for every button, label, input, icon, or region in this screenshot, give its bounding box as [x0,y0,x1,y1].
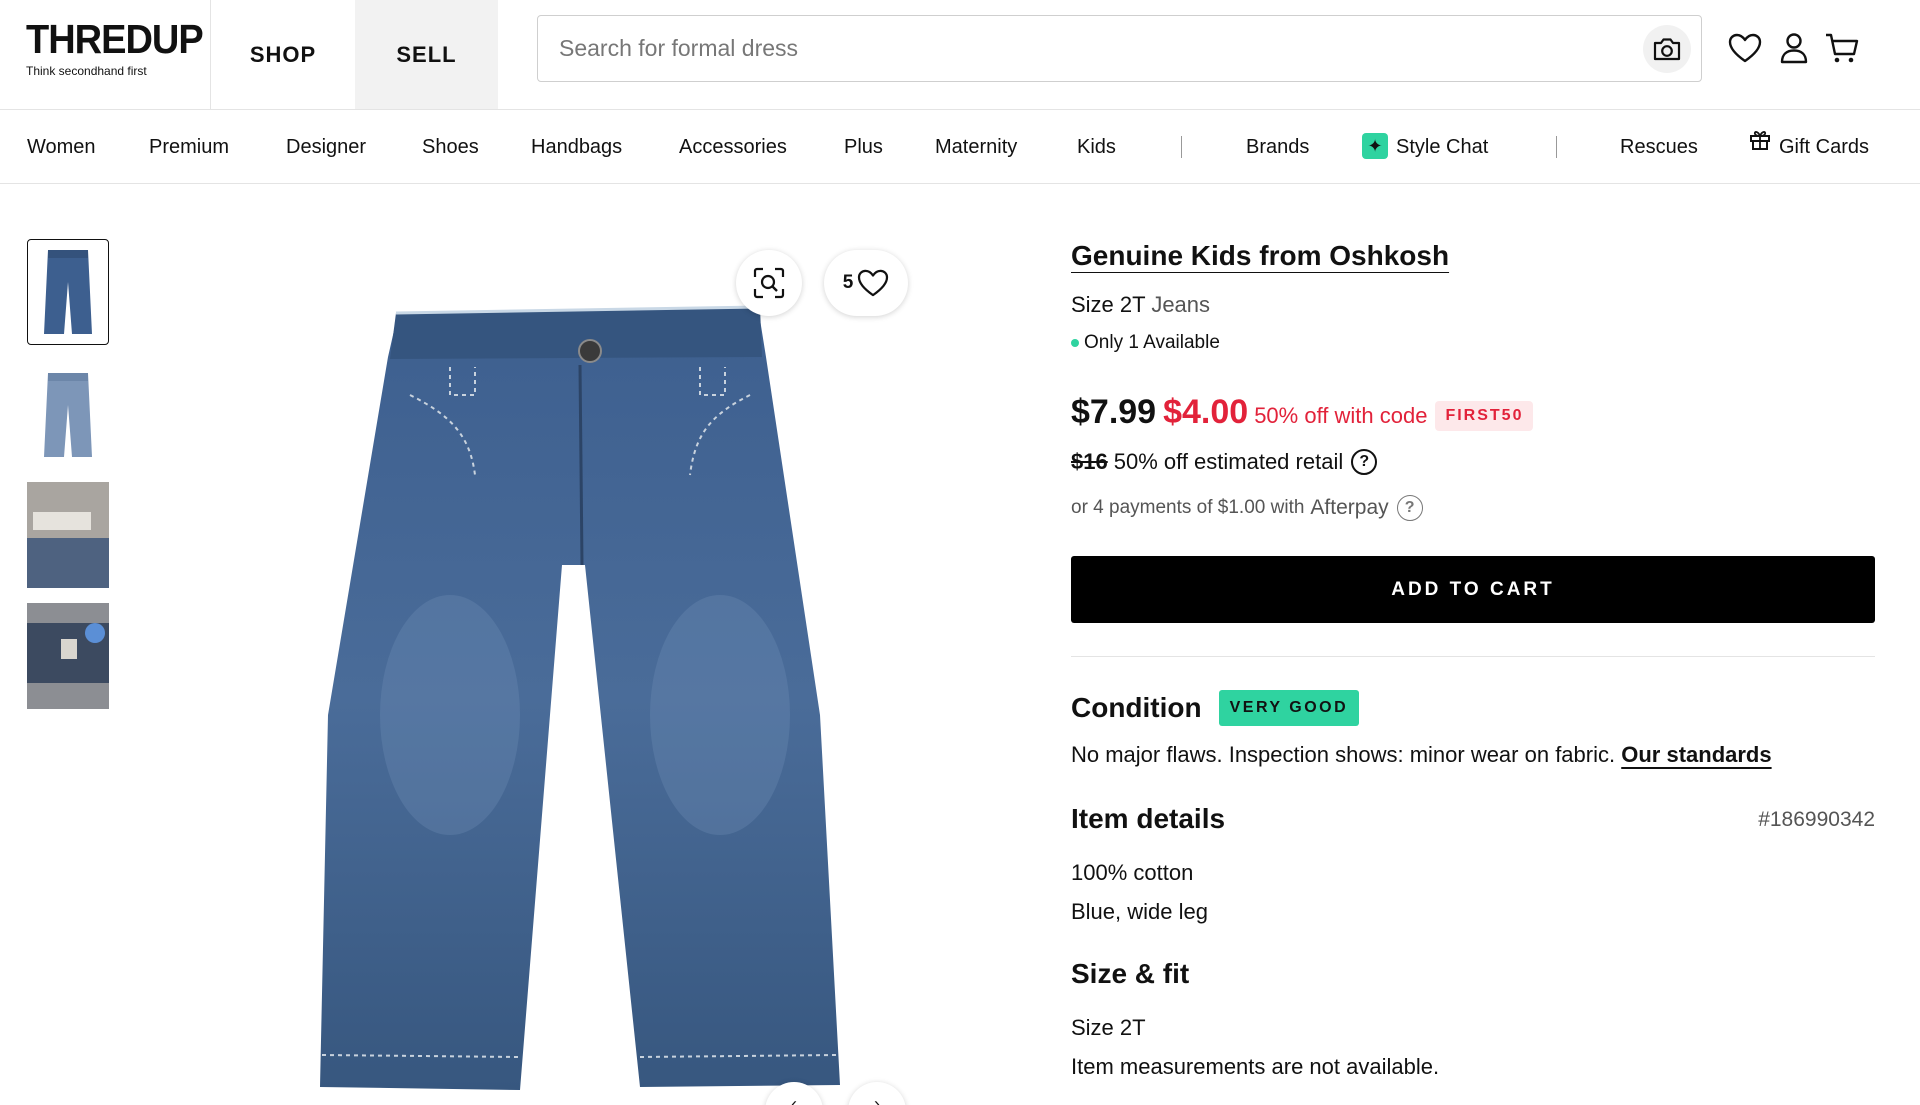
nav-handbags[interactable]: Handbags [531,110,622,184]
product-type: Jeans [1151,292,1211,317]
nav-rescues[interactable]: Rescues [1620,110,1698,184]
retail-price: $16 [1071,449,1108,474]
retail-text: 50% off estimated retail [1113,449,1344,474]
condition-badge: VERY GOOD [1218,690,1360,726]
availability-dot [1071,339,1079,347]
site-header: THREDUP Think secondhand first SHOP SELL [0,0,1920,110]
size-fit-line: Size 2T [1071,1015,1146,1040]
nav-shoes[interactable]: Shoes [422,110,479,184]
logo-tagline: Think secondhand first [26,64,147,78]
nav-maternity[interactable]: Maternity [935,110,1017,184]
afterpay-row: or 4 payments of $1.00 with Afterpay ? [1071,495,1423,521]
condition-description: No major flaws. Inspection shows: minor … [1071,742,1772,768]
category-nav: Women Premium Designer Shoes Handbags Ac… [0,110,1920,184]
nav-kids[interactable]: Kids [1077,110,1116,184]
heart-icon [858,269,889,297]
tab-sell[interactable]: SELL [355,0,498,109]
chevron-left-icon: ‹ [791,1094,797,1105]
zoom-button[interactable] [736,250,802,316]
detail-line: Blue, wide leg [1071,899,1208,924]
nav-accessories[interactable]: Accessories [679,110,787,184]
size-fit-line: Item measurements are not available. [1071,1054,1440,1079]
label-thumbnail-image [27,482,109,588]
jeans-back-thumbnail-image [44,373,92,457]
search-bar [537,15,1702,82]
promo-code: FIRST50 [1435,401,1534,431]
nav-style-chat[interactable]: ✦ Style Chat [1362,110,1488,184]
sale-price: $4.00 [1163,393,1249,431]
afterpay-brand: Afterpay [1310,496,1389,519]
jeans-image [320,305,840,1090]
product-size-line: Size 2T Jeans [1071,292,1210,318]
condition-row: Condition VERY GOOD [1071,690,1360,726]
logo-brand: THREDUP [26,17,204,63]
tab-shop[interactable]: SHOP [210,0,355,109]
user-icon[interactable] [1776,30,1812,66]
size-fit-heading: Size & fit [1071,958,1190,989]
nav-designer[interactable]: Designer [286,110,366,184]
detail-line: 100% cotton [1071,860,1194,885]
thumbnail-label[interactable] [27,482,109,588]
nav-brands[interactable]: Brands [1246,110,1309,184]
zoom-icon [753,267,785,299]
chevron-right-icon: › [874,1094,880,1105]
nav-divider [1556,136,1557,158]
afterpay-help-icon[interactable]: ? [1396,495,1423,521]
availability-text: Only 1 Available [1084,332,1220,353]
camera-icon[interactable] [1643,25,1691,73]
jeans-thumbnail-image [44,250,92,334]
afterpay-text: or 4 payments of $1.00 with [1071,497,1305,518]
promo-text: 50% off with code [1254,403,1428,428]
carousel-next-button[interactable]: › [848,1082,906,1105]
condition-heading: Condition [1071,692,1202,723]
nav-gift-cards[interactable]: Gift Cards [1749,110,1869,184]
price-row: $7.99 $4.00 50% off with code FIRST50 [1071,393,1534,434]
logo[interactable]: THREDUP Think secondhand first [26,17,204,78]
favorite-button[interactable]: 5 [824,250,908,316]
product-image[interactable] [300,295,850,1105]
nav-divider [1181,136,1182,158]
nav-women[interactable]: Women [27,110,96,184]
heart-icon[interactable] [1727,30,1763,66]
cart-icon[interactable] [1824,30,1860,66]
thumbnail-detail[interactable] [27,603,109,709]
availability: Only 1 Available [1071,332,1220,354]
item-id: #186990342 [1758,808,1875,831]
favorite-count: 5 [842,272,854,293]
condition-text: No major flaws. Inspection shows: minor … [1071,742,1616,767]
item-details-heading: Item details [1071,803,1226,834]
thumbnail-back[interactable] [27,362,109,468]
add-to-cart-button[interactable]: ADD TO CART [1071,556,1875,623]
detail-thumbnail-image [27,603,109,709]
product-title[interactable]: Genuine Kids from Oshkosh [1071,240,1449,272]
divider [1071,656,1875,657]
search-input[interactable] [538,35,1588,62]
product-size: Size 2T [1071,292,1146,317]
sparkle-icon: ✦ [1362,132,1388,159]
our-standards-link[interactable]: Our standards [1621,742,1771,767]
retail-row: $16 50% off estimated retail ? [1071,449,1378,475]
gift-cards-label: Gift Cards [1779,136,1870,158]
gift-icon [1749,108,1771,182]
style-chat-label: Style Chat [1396,136,1489,158]
nav-plus[interactable]: Plus [844,110,883,184]
thumbnail-front[interactable] [27,239,109,345]
help-icon[interactable]: ? [1351,449,1378,475]
nav-premium[interactable]: Premium [149,110,229,184]
price: $7.99 [1071,393,1157,431]
